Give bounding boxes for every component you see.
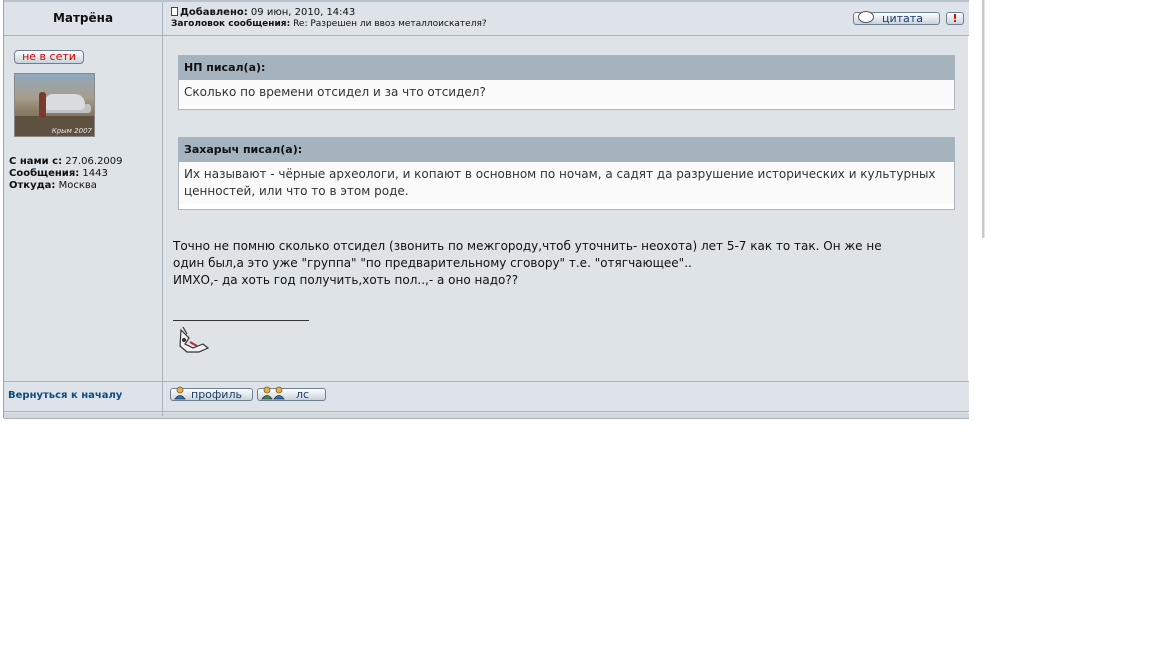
quote-button[interactable]: цитата xyxy=(853,11,940,25)
message-line: ИМХО,- да хоть год получить,хоть пол..,-… xyxy=(173,273,519,287)
message-line: один был,а это уже "группа" "по предвари… xyxy=(173,256,692,270)
quote-block: НП писал(а): Сколько по времени отсидел … xyxy=(178,55,955,110)
from-label: Откуда: xyxy=(9,180,56,191)
forum-post: Матрёна не в сети Крым 2007 С нами с: 27… xyxy=(3,0,969,419)
pm-button-label: лс xyxy=(296,388,310,401)
post-subject-line: Заголовок сообщения: Re: Разрешен ли вво… xyxy=(171,19,487,29)
report-button[interactable]: ! xyxy=(946,12,964,25)
column-divider xyxy=(162,2,163,416)
joined-label: С нами с: xyxy=(9,156,63,167)
quote-block: Захарыч писал(а): Их называют - чёрные а… xyxy=(178,137,955,210)
signature-divider xyxy=(173,320,309,321)
post-bottom-border xyxy=(4,413,969,419)
avatar-car-top xyxy=(45,94,85,110)
scrollbar-edge-highlight xyxy=(984,0,985,238)
posts-label: Сообщения: xyxy=(9,168,80,179)
joined-info: С нами с: 27.06.2009 xyxy=(9,156,123,167)
profile-button-label: профиль xyxy=(191,388,242,401)
message-line: Точно не помню сколько отсидел (звонить … xyxy=(173,239,882,253)
private-message-button[interactable]: лс xyxy=(257,386,326,401)
profile-button[interactable]: профиль xyxy=(170,386,253,401)
users-icon xyxy=(261,386,273,400)
user-icon xyxy=(174,386,186,400)
subject-value: Re: Разрешен ли ввоз металлоискателя? xyxy=(293,19,487,29)
added-label: Добавлено: xyxy=(180,7,248,18)
quote-button-label: цитата xyxy=(882,12,923,25)
avatar-person xyxy=(39,92,46,118)
quote-text: Сколько по времени отсидел и за что отси… xyxy=(179,80,954,105)
posts-info: Сообщения: 1443 xyxy=(9,168,108,179)
offline-status-badge: не в сети xyxy=(14,50,84,64)
quote-header: НП писал(а): xyxy=(179,56,954,80)
subject-label: Заголовок сообщения: xyxy=(171,19,291,29)
posts-value: 1443 xyxy=(82,168,108,179)
author-name: Матрёна xyxy=(52,11,114,25)
added-value: 09 июн, 2010, 14:43 xyxy=(250,7,356,18)
from-value: Москва xyxy=(58,180,97,191)
speech-bubble-icon xyxy=(858,11,874,23)
back-to-top-link[interactable]: Вернуться к началу xyxy=(8,390,122,401)
from-info: Откуда: Москва xyxy=(9,180,97,191)
users-icon xyxy=(273,386,285,400)
avatar-caption: Крым 2007 xyxy=(51,127,92,135)
quote-text: Их называют - чёрные археологи, и копают… xyxy=(179,162,954,204)
quote-header: Захарыч писал(а): xyxy=(179,138,954,162)
post-date-line: Добавлено: 09 июн, 2010, 14:43 xyxy=(171,7,355,18)
post-icon xyxy=(171,7,178,16)
avatar: Крым 2007 xyxy=(14,73,95,137)
signature-image xyxy=(179,326,210,353)
joined-value: 27.06.2009 xyxy=(65,156,123,167)
message-body: Точно не помню сколько отсидел (звонить … xyxy=(173,238,963,289)
post-footer-row xyxy=(4,381,969,412)
